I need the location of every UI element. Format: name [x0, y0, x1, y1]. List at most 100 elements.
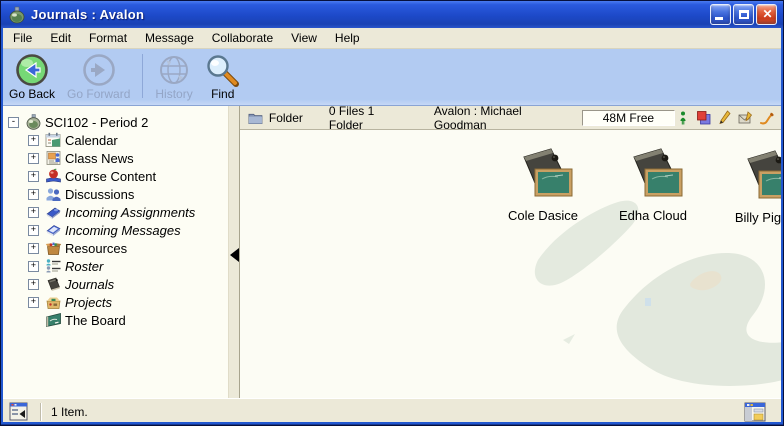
- journal-book-icon: [621, 146, 685, 204]
- minimize-button[interactable]: [710, 4, 731, 25]
- incoming-assignments-icon: [45, 204, 62, 220]
- journals-icon: [45, 276, 62, 292]
- layout-toggle-icon[interactable]: [744, 402, 768, 422]
- course-tree: - SCI102 - Period 2 + Calendar: [2, 106, 228, 398]
- tree-item-label[interactable]: Resources: [65, 241, 127, 256]
- window-title: Journals : Avalon: [31, 7, 710, 22]
- journal-item-cole-dasice[interactable]: Cole Dasice: [484, 146, 602, 223]
- tree-item-journals[interactable]: + Journals: [28, 275, 114, 293]
- tree-item-label[interactable]: SCI102 - Period 2: [45, 115, 148, 130]
- dock-pane-icon[interactable]: [9, 402, 31, 421]
- resources-icon: [45, 240, 62, 256]
- history-button: History: [149, 49, 198, 104]
- collapse-pane-icon[interactable]: [230, 248, 239, 262]
- tree-item-class-news[interactable]: + Class News: [28, 149, 134, 167]
- menu-edit[interactable]: Edit: [41, 29, 80, 47]
- title-bar[interactable]: Journals : Avalon ✕: [1, 1, 783, 28]
- maximize-button[interactable]: [733, 4, 754, 25]
- collapse-box-icon[interactable]: -: [8, 117, 19, 128]
- tree-item-incoming-assignments[interactable]: + Incoming Assignments: [28, 203, 195, 221]
- item-count-label: 1 Item.: [51, 405, 88, 419]
- app-window: Journals : Avalon ✕ File Edit Format Mes…: [0, 0, 784, 426]
- menu-message[interactable]: Message: [136, 29, 203, 47]
- history-label: History: [155, 87, 192, 101]
- tree-item-projects[interactable]: + Projects: [28, 293, 112, 311]
- expand-box-icon[interactable]: +: [28, 225, 39, 236]
- tree-item-label[interactable]: Projects: [65, 295, 112, 310]
- close-button[interactable]: ✕: [756, 4, 777, 25]
- go-forward-button: Go Forward: [61, 49, 136, 104]
- folder-counts: 0 Files 1 Folder: [329, 104, 406, 132]
- tree-item-sci102[interactable]: - SCI102 - Period 2: [8, 113, 148, 131]
- tree-item-label[interactable]: Incoming Assignments: [65, 205, 195, 220]
- tree-item-calendar[interactable]: + Calendar: [28, 131, 118, 149]
- layers-icon[interactable]: [696, 110, 712, 126]
- tree-item-label[interactable]: Journals: [65, 277, 114, 292]
- expand-box-icon[interactable]: +: [28, 297, 39, 308]
- app-flask-icon: [8, 6, 26, 24]
- expand-box-icon[interactable]: +: [28, 207, 39, 218]
- pane-splitter[interactable]: [228, 106, 240, 398]
- journal-name-label[interactable]: Edha Cloud: [594, 208, 712, 223]
- menu-collaborate[interactable]: Collaborate: [203, 29, 282, 47]
- compose-message-icon[interactable]: [738, 110, 754, 126]
- menu-help[interactable]: Help: [326, 29, 369, 47]
- history-globe-icon: [156, 53, 192, 87]
- toolbar: Go Back Go Forward History: [3, 49, 783, 106]
- tree-item-incoming-messages[interactable]: + Incoming Messages: [28, 221, 181, 239]
- tree-item-label[interactable]: Discussions: [65, 187, 134, 202]
- roster-icon: [45, 258, 62, 274]
- expand-box-icon[interactable]: +: [28, 243, 39, 254]
- tree-item-label[interactable]: Calendar: [65, 133, 118, 148]
- the-board-icon: [45, 312, 62, 328]
- menu-bar: File Edit Format Message Collaborate Vie…: [2, 28, 782, 49]
- journal-name-label[interactable]: Cole Dasice: [484, 208, 602, 223]
- menu-view[interactable]: View: [282, 29, 326, 47]
- folder-info-bar: Folder 0 Files 1 Folder Avalon : Michael…: [240, 106, 783, 130]
- expand-box-icon[interactable]: +: [28, 153, 39, 164]
- member-icon[interactable]: [675, 110, 691, 126]
- signature-pen-icon[interactable]: [759, 110, 775, 126]
- go-back-button[interactable]: Go Back: [3, 49, 61, 104]
- tree-item-label[interactable]: Roster: [65, 259, 103, 274]
- free-space-gauge: 48M Free: [582, 110, 675, 126]
- journal-item-billy-piggot[interactable]: Billy Piggot: [708, 148, 783, 225]
- maximize-icon: [739, 10, 749, 19]
- folder-icon: [248, 111, 263, 125]
- class-news-icon: [45, 150, 62, 166]
- journal-item-edha-cloud[interactable]: Edha Cloud: [594, 146, 712, 223]
- tree-item-the-board[interactable]: The Board: [28, 311, 126, 329]
- go-forward-icon: [81, 53, 117, 87]
- tree-item-label[interactable]: The Board: [65, 313, 126, 328]
- expand-box-icon[interactable]: +: [28, 135, 39, 146]
- close-icon: ✕: [757, 7, 778, 22]
- tree-item-resources[interactable]: + Resources: [28, 239, 127, 257]
- tree-item-label[interactable]: Class News: [65, 151, 134, 166]
- projects-icon: [45, 294, 62, 310]
- expand-box-icon[interactable]: +: [28, 279, 39, 290]
- expand-box-icon[interactable]: +: [28, 261, 39, 272]
- status-separator: [40, 403, 41, 421]
- tree-item-discussions[interactable]: + Discussions: [28, 185, 134, 203]
- calendar-icon: [45, 132, 62, 148]
- journal-name-label[interactable]: Billy Piggot: [708, 210, 783, 225]
- tree-item-label[interactable]: Incoming Messages: [65, 223, 181, 238]
- class-flask-icon: [25, 114, 42, 130]
- go-forward-label: Go Forward: [67, 87, 130, 101]
- go-back-icon: [14, 53, 50, 87]
- window-frame-bottom: [1, 422, 783, 425]
- status-bar: 1 Item.: [2, 398, 782, 424]
- tree-item-roster[interactable]: + Roster: [28, 257, 103, 275]
- expand-box-icon[interactable]: +: [28, 171, 39, 182]
- menu-file[interactable]: File: [4, 29, 41, 47]
- pencil-icon[interactable]: [717, 110, 733, 126]
- find-label: Find: [211, 87, 234, 101]
- expand-box-icon[interactable]: +: [28, 189, 39, 200]
- tree-item-course-content[interactable]: + Course Content: [28, 167, 156, 185]
- tree-item-label[interactable]: Course Content: [65, 169, 156, 184]
- find-button[interactable]: Find: [199, 49, 247, 104]
- go-back-label: Go Back: [9, 87, 55, 101]
- journal-book-icon: [735, 148, 783, 206]
- menu-format[interactable]: Format: [80, 29, 136, 47]
- journal-book-icon: [511, 146, 575, 204]
